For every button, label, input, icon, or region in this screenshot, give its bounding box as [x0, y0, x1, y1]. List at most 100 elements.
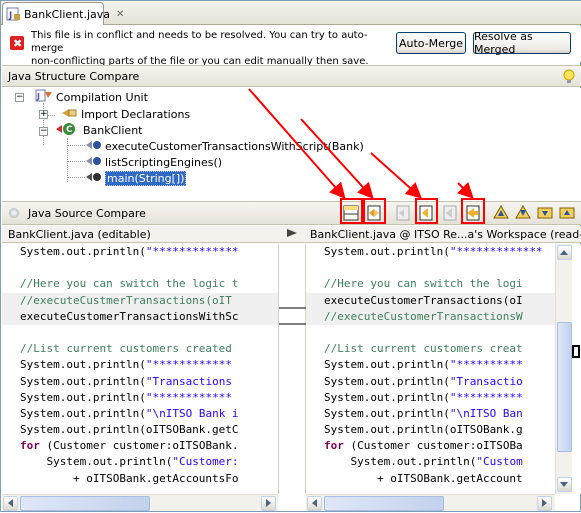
method-icon: [84, 138, 102, 155]
left-horizontal-scrollbar[interactable]: [2, 494, 278, 511]
previous-difference-icon[interactable]: [514, 204, 532, 222]
method-icon: [84, 154, 102, 171]
tree-node-label: main(String[]): [105, 170, 187, 186]
horizontal-scroll-thumb[interactable]: [324, 496, 444, 511]
code-line: for (Customer customer:oITSOBank.: [20, 439, 239, 453]
svg-text:J: J: [36, 92, 40, 101]
auto-merge-button[interactable]: Auto-Merge: [396, 32, 466, 54]
close-icon[interactable]: ✕: [116, 9, 124, 20]
right-pane-label: BankClient.java @ ITSO Re...a's Workspac…: [306, 226, 581, 243]
expand-toggle-import-declarations[interactable]: +: [39, 110, 48, 119]
copy-current-change-disabled-icon[interactable]: [441, 204, 459, 222]
structure-tree: − J Compilation Unit + Import Declaratio…: [2, 88, 581, 201]
code-line: System.out.println("*************: [20, 245, 239, 258]
tree-node-execute-customer-transactions[interactable]: executeCustomerTransactionsWithScript(Ba…: [84, 138, 364, 154]
vertical-scroll-thumb[interactable]: [557, 322, 572, 452]
scroll-up-icon[interactable]: [557, 245, 572, 260]
tree-node-import-declarations[interactable]: Import Declarations: [60, 106, 190, 122]
previous-change-icon[interactable]: [558, 204, 576, 222]
conflict-message: This file is in conflict and needs to be…: [31, 29, 391, 68]
code-line: executeCustomerTransactions(oI: [306, 292, 555, 309]
editor-tab-bar: J BankClient.java ✕: [1, 1, 581, 25]
scroll-down-icon[interactable]: [557, 477, 572, 492]
scroll-right-icon[interactable]: [261, 496, 276, 511]
tree-node-compilation-unit[interactable]: J Compilation Unit: [35, 89, 148, 105]
svg-text:✖: ✖: [13, 37, 22, 50]
code-line: System.out.println("Customer:: [20, 455, 239, 469]
code-line: + oITSOBank.getAccount: [324, 471, 523, 485]
tree-node-main[interactable]: main(String[]): [84, 170, 187, 187]
compilation-unit-icon: J: [35, 89, 53, 106]
code-line: System.out.println("************: [20, 390, 232, 404]
left-source-pane[interactable]: System.out.println("************* //Here …: [2, 244, 278, 494]
java-file-icon: J: [6, 7, 20, 21]
code-line: executeCustomerTransactionsWithSc: [2, 308, 278, 325]
code-line: //List current customers creat: [324, 342, 523, 356]
conflict-message-line-1: This file is in conflict and needs to be…: [31, 30, 368, 54]
diff-gutter: [278, 244, 307, 494]
conflict-warning-icon: ✖: [9, 35, 25, 51]
code-line: System.out.println(oITSOBank.g: [324, 423, 523, 437]
code-line: //Here you can switch the logi: [324, 277, 523, 291]
horizontal-scroll-thumb[interactable]: [20, 496, 150, 511]
next-difference-icon[interactable]: [492, 204, 510, 222]
tree-node-list-scripting-engines[interactable]: listScriptingEngines(): [84, 154, 222, 170]
code-line: //List current customers created: [20, 342, 232, 356]
tree-node-label: Compilation Unit: [56, 90, 148, 104]
code-line: System.out.println("Transactions: [20, 374, 232, 388]
code-line: System.out.println("************: [20, 358, 232, 372]
method-icon: [84, 170, 102, 187]
collapse-toggle-bankclient[interactable]: −: [39, 127, 48, 136]
code-line: + oITSOBank.getAccountsFo: [20, 471, 239, 485]
svg-text:J: J: [8, 11, 12, 21]
collapse-toggle-compilation-unit[interactable]: −: [15, 93, 24, 102]
code-line: System.out.println("Transactio: [324, 374, 523, 388]
tree-node-label: Import Declarations: [81, 107, 191, 121]
right-source-pane[interactable]: System.out.println("************* //Here …: [306, 244, 555, 494]
code-line: System.out.println("Custom: [324, 455, 523, 469]
code-line: //Here you can switch the logic t: [20, 277, 239, 291]
class-icon: C: [54, 122, 80, 139]
right-horizontal-scrollbar[interactable]: [306, 494, 555, 511]
pane-icon: [9, 208, 19, 218]
structure-compare-title: Java Structure Compare: [8, 70, 140, 83]
code-line: for (Customer customer:oITSOBa: [324, 439, 523, 453]
compare-editor: J BankClient.java ✕ ✖ This file is in co…: [0, 0, 581, 512]
highlight-box: [340, 198, 363, 224]
tree-node-label: executeCustomerTransactionsWithScript(Ba…: [105, 139, 364, 153]
code-line: //executeCustomerTransactionsW: [306, 308, 555, 325]
code-line: System.out.println("\nITSO Ban: [324, 406, 523, 420]
highlight-box: [461, 198, 485, 224]
code-line: System.out.println(oITSOBank.getC: [20, 423, 239, 437]
highlight-box: [363, 198, 386, 224]
copy-all-nonconflicting-icon[interactable]: [394, 204, 412, 222]
code-line: System.out.println("*************: [324, 245, 543, 258]
scroll-right-icon[interactable]: [537, 496, 552, 511]
structure-compare-header: Java Structure Compare: [2, 65, 581, 87]
scroll-left-icon[interactable]: [307, 496, 322, 511]
code-line: System.out.println("**********: [324, 390, 523, 404]
tree-node-bankclient[interactable]: C BankClient: [54, 122, 142, 138]
right-vertical-scrollbar[interactable]: [555, 244, 572, 494]
resolve-as-merged-button[interactable]: Resolve as Merged: [473, 30, 571, 56]
tab-bankclient-java[interactable]: J BankClient.java ✕: [2, 2, 124, 25]
overview-ruler: [572, 244, 581, 494]
source-compare-title: Java Source Compare: [28, 207, 146, 220]
code-line: System.out.println("\nITSO Bank i: [20, 406, 239, 420]
imports-icon: [60, 106, 78, 123]
tab-label: BankClient.java: [24, 7, 111, 21]
code-line: //executeCustmerTransactions(oIT: [2, 292, 278, 309]
lightbulb-icon[interactable]: [563, 69, 575, 85]
change-marker[interactable]: [572, 345, 580, 358]
highlight-box: [415, 198, 438, 224]
scroll-left-icon[interactable]: [3, 496, 18, 511]
next-change-icon[interactable]: [536, 204, 554, 222]
left-pane-label: BankClient.java (editable): [2, 226, 278, 243]
copy-direction-icon: [278, 226, 306, 243]
svg-text:C: C: [66, 125, 73, 135]
code-line: System.out.println("**********: [324, 358, 523, 372]
